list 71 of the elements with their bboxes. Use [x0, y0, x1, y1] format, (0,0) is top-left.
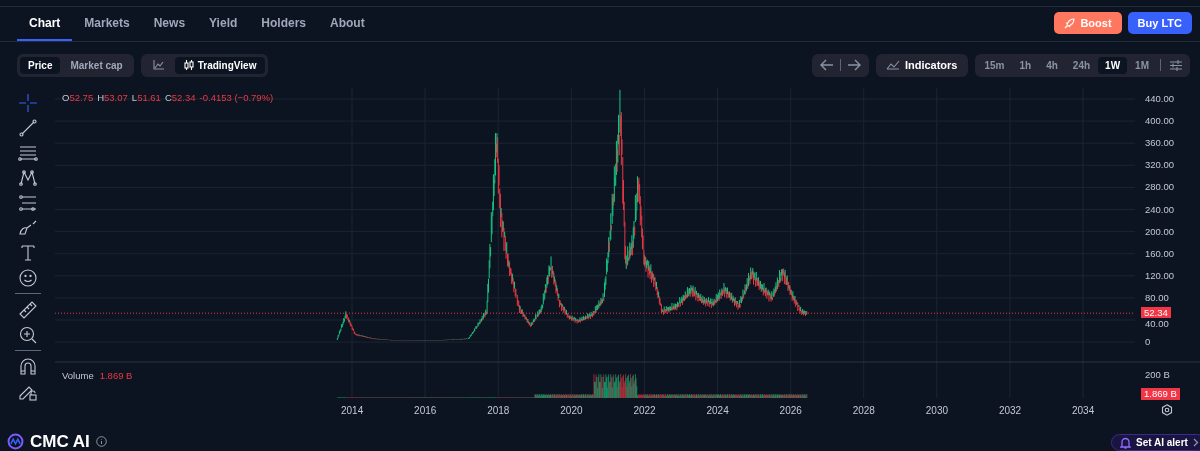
axis-label: 2020: [560, 406, 583, 416]
tab[interactable]: Markets: [72, 7, 142, 41]
rocket-icon: [1064, 17, 1076, 29]
interval-tab[interactable]: 4h: [1039, 56, 1065, 74]
ruler-icon[interactable]: [17, 299, 38, 320]
chevron-right-icon: [1192, 438, 1199, 447]
ohlc-value: L51.61: [131, 91, 161, 105]
tradingview-button[interactable]: TradingView: [174, 56, 266, 74]
trend-line-icon[interactable]: [17, 117, 38, 138]
axis-label: 2022: [633, 406, 656, 416]
toggle-option[interactable]: Price: [20, 56, 61, 74]
interval-tab[interactable]: 1h: [1012, 56, 1039, 74]
axis-label: 2024: [706, 406, 729, 416]
interval-tab[interactable]: 24h: [1065, 56, 1098, 74]
ohlc-value: O52.75: [62, 91, 94, 105]
axis-label: 2034: [1072, 406, 1095, 416]
toggle-option[interactable]: Market cap: [62, 56, 131, 74]
price-tag: 52.34: [1141, 307, 1171, 319]
pattern-icon[interactable]: [17, 167, 38, 188]
volume-tag: 1.869 B: [1141, 388, 1180, 400]
axis-label: 2030: [925, 406, 949, 416]
interval-tab[interactable]: 15m: [977, 56, 1012, 74]
interval-tab[interactable]: 1W: [1098, 56, 1128, 74]
tab[interactable]: Chart: [17, 7, 73, 41]
interval-tab[interactable]: 1M: [1128, 56, 1156, 74]
axis-label: 2018: [487, 406, 510, 416]
tab[interactable]: About: [318, 7, 377, 41]
magnet-icon[interactable]: [17, 356, 38, 377]
axis-label: 280.00: [1145, 182, 1175, 192]
line-chart-icon: [152, 60, 164, 70]
set-alert-button[interactable]: Set AI alert: [1111, 434, 1200, 451]
bell-icon: [1120, 436, 1131, 449]
candles-icon: [183, 60, 194, 70]
info-icon[interactable]: [95, 436, 107, 447]
axis-label: 240.00: [1145, 204, 1175, 214]
axis-label: 80.00: [1145, 292, 1169, 303]
axis-label: 2026: [779, 406, 802, 416]
price-change: -0.4153 (−0.79%): [199, 91, 274, 105]
logo-icon: [7, 433, 24, 450]
chart-icon: [885, 60, 900, 70]
axis-label: 320.00: [1145, 160, 1175, 170]
axis-label: 0: [1145, 337, 1151, 347]
smiley-icon[interactable]: [17, 267, 38, 288]
axis-label: 2032: [998, 406, 1022, 416]
fib-lines-icon[interactable]: [17, 192, 38, 213]
axis-label: 2028: [852, 406, 875, 416]
tab[interactable]: Holders: [249, 7, 318, 41]
axis-label: 200.00: [1145, 226, 1175, 237]
back-arrow-icon[interactable]: [819, 59, 834, 71]
ohlc-value: H53.07: [97, 91, 128, 105]
section-title: CMC AI: [30, 433, 90, 450]
volume-value: 1.869 B: [99, 369, 133, 383]
ohlc-value: C52.34: [164, 91, 196, 105]
axis-label: 400.00: [1145, 116, 1175, 126]
tab[interactable]: Yield: [197, 7, 250, 41]
buy-button[interactable]: Buy LTC: [1127, 12, 1192, 34]
axis-label: 360.00: [1145, 138, 1175, 148]
axis-label: 160.00: [1145, 248, 1175, 259]
zoom-in-icon[interactable]: [17, 324, 38, 345]
settings-icon[interactable]: [1161, 404, 1173, 416]
axis-label: 120.00: [1145, 270, 1175, 281]
axis-label: 2014: [341, 406, 364, 416]
axis-label: 2016: [414, 406, 437, 416]
axis-label: 200 B: [1145, 370, 1170, 380]
axis-label: 40.00: [1145, 319, 1169, 329]
tab[interactable]: News: [141, 7, 198, 41]
volume-label: Volume: [62, 369, 94, 383]
axis-label: 440.00: [1145, 94, 1175, 104]
indicators-button[interactable]: Indicators: [875, 53, 968, 77]
settings-sliders-icon[interactable]: [1170, 59, 1182, 71]
forward-arrow-icon[interactable]: [846, 59, 861, 71]
